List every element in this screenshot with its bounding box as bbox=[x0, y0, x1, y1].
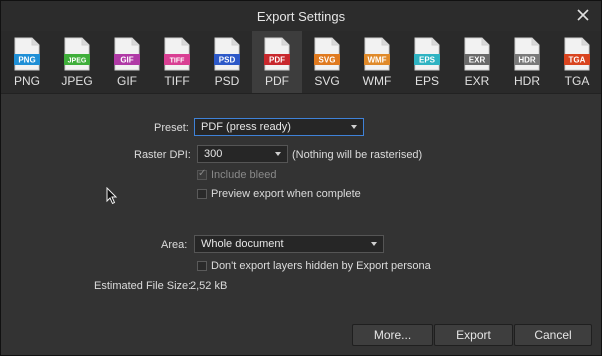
tga-file-icon: TGA bbox=[564, 37, 590, 71]
format-label: GIF bbox=[117, 74, 137, 88]
hdr-file-icon: HDR bbox=[514, 37, 540, 71]
area-value: Whole document bbox=[201, 238, 284, 250]
format-pdf-button[interactable]: PDF PDF bbox=[252, 31, 302, 93]
format-icon-tag: GIF bbox=[120, 56, 133, 65]
file-size-value: 2,52 kB bbox=[190, 280, 228, 292]
more-button[interactable]: More... bbox=[352, 324, 433, 346]
format-tga-button[interactable]: TGA TGA bbox=[552, 31, 602, 93]
title-bar: Export Settings bbox=[1, 1, 601, 31]
format-psd-button[interactable]: PSD PSD bbox=[202, 31, 252, 93]
area-label: Area: bbox=[161, 239, 188, 251]
format-label: PSD bbox=[214, 74, 240, 88]
raster-dpi-label: Raster DPI: bbox=[134, 149, 191, 161]
cancel-button[interactable]: Cancel bbox=[514, 324, 592, 346]
format-label: SVG bbox=[314, 74, 340, 88]
check-icon: ✓ bbox=[198, 168, 207, 179]
svg-file-icon: SVG bbox=[314, 37, 340, 71]
format-label: TGA bbox=[564, 74, 590, 88]
hidden-layers-label: Don't export layers hidden by Export per… bbox=[211, 260, 431, 272]
chevron-down-icon bbox=[351, 125, 357, 129]
format-icon-tag: HDR bbox=[518, 56, 536, 65]
format-icon-tag: TIFF bbox=[170, 58, 185, 65]
format-jpeg-button[interactable]: JPEG JPEG bbox=[52, 31, 102, 93]
format-label: EPS bbox=[414, 74, 439, 88]
psd-file-icon: PSD bbox=[214, 37, 240, 71]
format-label: JPEG bbox=[61, 74, 93, 88]
format-eps-button[interactable]: EPS EPS bbox=[402, 31, 452, 93]
preset-dropdown[interactable]: PDF (press ready) bbox=[194, 118, 364, 136]
area-dropdown[interactable]: Whole document bbox=[194, 235, 384, 253]
jpeg-file-icon: JPEG bbox=[64, 37, 90, 71]
close-icon[interactable] bbox=[575, 7, 591, 23]
include-bleed-label: Include bleed bbox=[211, 169, 277, 181]
format-label: WMF bbox=[362, 74, 392, 88]
format-png-button[interactable]: PNG PNG bbox=[2, 31, 52, 93]
format-icon-tag: JPEG bbox=[68, 58, 87, 65]
raster-dpi-combobox[interactable]: 300 bbox=[197, 145, 288, 163]
include-bleed-checkbox[interactable]: ✓ bbox=[197, 168, 207, 180]
export-options: Preset: PDF (press ready) Raster DPI: 30… bbox=[1, 94, 601, 355]
format-icon-tag: WMF bbox=[367, 56, 386, 65]
raster-note: (Nothing will be rasterised) bbox=[292, 149, 423, 161]
dialog-title: Export Settings bbox=[256, 9, 346, 24]
png-file-icon: PNG bbox=[14, 37, 40, 71]
format-tiff-button[interactable]: TIFF TIFF bbox=[152, 31, 202, 93]
chevron-down-icon bbox=[275, 152, 281, 156]
format-exr-button[interactable]: EXR EXR bbox=[452, 31, 502, 93]
format-icon-tag: EXR bbox=[469, 56, 486, 65]
export-button[interactable]: Export bbox=[434, 324, 513, 346]
format-gif-button[interactable]: GIF GIF bbox=[102, 31, 152, 93]
format-svg-button[interactable]: SVG SVG bbox=[302, 31, 352, 93]
file-size-label: Estimated File Size: bbox=[94, 280, 192, 292]
exr-file-icon: EXR bbox=[464, 37, 490, 71]
chevron-down-icon bbox=[371, 242, 377, 246]
format-icon-tag: PSD bbox=[219, 56, 236, 65]
raster-dpi-value: 300 bbox=[204, 148, 223, 160]
format-label: PNG bbox=[13, 74, 40, 88]
gif-file-icon: GIF bbox=[114, 37, 140, 71]
format-hdr-button[interactable]: HDR HDR bbox=[502, 31, 552, 93]
preset-value: PDF (press ready) bbox=[201, 121, 291, 133]
format-label: EXR bbox=[464, 74, 490, 88]
format-wmf-button[interactable]: WMF WMF bbox=[352, 31, 402, 93]
eps-file-icon: EPS bbox=[414, 37, 440, 71]
format-icon-tag: SVG bbox=[319, 56, 336, 65]
preview-export-checkbox[interactable] bbox=[197, 189, 207, 199]
wmf-file-icon: WMF bbox=[364, 37, 390, 71]
format-label: HDR bbox=[514, 74, 540, 88]
export-settings-dialog: Export Settings PNG PNG JPEG JPEG GIF GIF TIFF… bbox=[0, 0, 602, 356]
hidden-layers-checkbox[interactable] bbox=[197, 261, 207, 271]
format-icon-tag: TGA bbox=[569, 56, 586, 65]
mouse-cursor-icon bbox=[106, 186, 118, 208]
preview-export-label: Preview export when complete bbox=[211, 188, 361, 200]
format-bar: PNG PNG JPEG JPEG GIF GIF TIFF TIFF PSD PSD PDF PDF… bbox=[1, 31, 601, 94]
format-icon-tag: PNG bbox=[18, 56, 35, 65]
format-label: TIFF bbox=[164, 74, 190, 88]
format-icon-tag: PDF bbox=[269, 56, 285, 65]
tiff-file-icon: TIFF bbox=[164, 37, 190, 71]
pdf-file-icon: PDF bbox=[264, 37, 290, 71]
format-label: PDF bbox=[265, 74, 289, 88]
format-icon-tag: EPS bbox=[419, 56, 436, 65]
preset-label: Preset: bbox=[154, 122, 189, 134]
